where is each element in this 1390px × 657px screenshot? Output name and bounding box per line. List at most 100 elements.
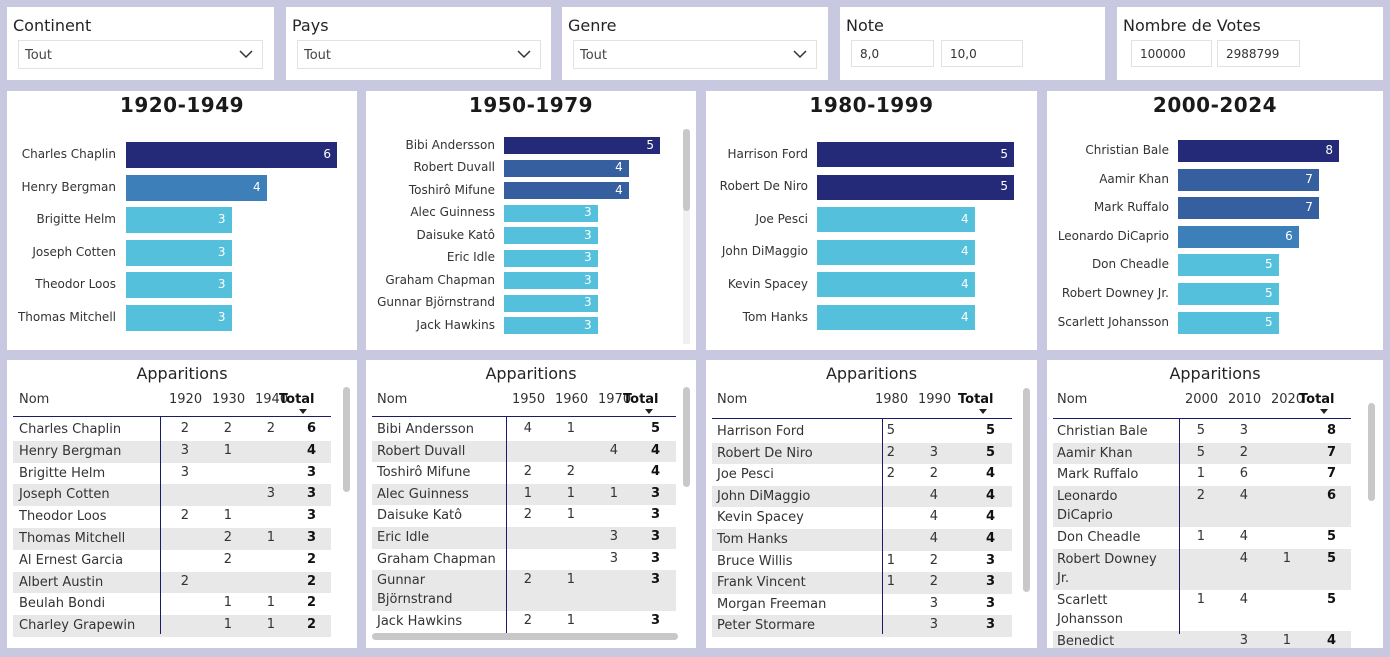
table-cell-value: 4 [1239,550,1248,566]
table-cell-value: 4 [523,421,532,436]
table-cell-value: 2 [929,552,938,568]
bar-value-label: 6 [1285,228,1293,243]
bar[interactable] [126,142,337,168]
table-cell-value: 1 [223,617,232,633]
table-cell-value: 3 [609,529,618,544]
table-cell-name: Don Cheadle [1057,530,1141,545]
table-cell-name: Peter Stormare [717,618,816,634]
table-cell-value: 2 [886,466,895,482]
column-header-year[interactable]: 1990 [918,392,951,407]
horizontal-scrollbar[interactable] [372,633,678,640]
scrollbar[interactable] [683,129,690,211]
table-cell-total: 4 [985,466,995,482]
table-cell-value: 2 [886,444,895,460]
table-cell-value: 3 [609,550,618,566]
column-header-total[interactable]: Total [958,392,994,407]
table-cell-value: 3 [929,444,938,460]
filter-title: Continent [13,16,92,35]
table-cell-name: Harrison Ford [717,424,805,439]
table-cell-name: Albert Austin [19,574,104,590]
table-cell-value: 5 [1196,444,1205,460]
table-cell-total: 3 [650,550,660,566]
table-cell-value: 4 [1239,487,1248,503]
column-header-total[interactable]: Total [1299,392,1335,407]
bar-category-label: Graham Chapman [385,272,495,287]
filter-genre: Genre Tout [562,7,828,80]
bar-value-label: 6 [323,147,331,161]
column-header-name[interactable]: Nom [1057,392,1087,407]
bar-value-label: 4 [960,276,969,291]
table-cell-value: 1 [886,552,895,568]
table-cell-name: Scarlett Johansson [1057,592,1123,627]
column-header-year[interactable]: 1920 [169,392,202,407]
table-cell-total: 3 [650,572,660,588]
table-cell-total: 5 [985,423,995,438]
column-header-year[interactable]: 1980 [875,392,908,407]
column-header-year[interactable]: 2000 [1185,392,1218,407]
scrollbar[interactable] [1023,388,1030,592]
table-cell-name: John DiMaggio [717,488,811,504]
table-cell-value: 3 [266,486,275,502]
bar-category-label: Robert Downey Jr. [1061,286,1169,300]
table-1920-1949: Apparitions Nom 1920 1930 1940 Total Charles … [7,360,357,648]
note-min-input[interactable]: 8,0 [851,40,934,67]
bar-value-label: 4 [253,179,261,194]
genre-dropdown[interactable]: Tout [573,40,817,69]
dropdown-value: Tout [304,48,332,63]
pays-dropdown[interactable]: Tout [297,40,541,69]
sort-desc-icon [979,409,987,414]
header-divider [1053,418,1351,419]
filter-votes: Nombre de Votes 100000 2988799 [1117,7,1383,80]
column-header-year[interactable]: 1930 [212,392,245,407]
table-cell-total: 3 [985,595,995,611]
column-header-total[interactable]: Total [623,392,659,407]
table-cell-value: 2 [180,508,189,524]
continent-dropdown[interactable]: Tout [18,40,263,69]
bar-chart-1920-1949: 1920-1949 Charles Chaplin 6 Henry Bergman 4… [7,91,357,350]
table-cell-value: 1 [266,617,275,633]
table-cell-total: 7 [1326,466,1336,482]
table-cell-value: 1 [1196,591,1205,607]
filter-continent: Continent Tout [7,7,274,80]
scrollbar[interactable] [343,387,350,492]
table-cell-value: 5 [1196,423,1205,438]
table-cell-name: Benedict Cumberbatch [1057,634,1115,648]
filter-pays: Pays Tout [286,7,551,80]
table-cell-total: 4 [650,442,660,458]
votes-max-input[interactable]: 2988799 [1217,40,1300,67]
column-header-name[interactable]: Nom [717,392,747,407]
table-cell-value: 4 [929,531,938,546]
table-cell-total: 7 [1326,444,1336,460]
table-cell-name: Mark Ruffalo [1057,467,1139,483]
bar-category-label: Robert De Niro [719,179,808,194]
votes-min-input[interactable]: 100000 [1131,40,1212,67]
table-cell-value: 1 [266,595,275,611]
column-header-name[interactable]: Nom [19,392,49,407]
bar-value-label: 5 [1264,286,1273,300]
note-max-input[interactable]: 10,0 [941,40,1023,67]
table-cell-name: Tom Hanks [717,532,788,547]
scrollbar[interactable] [683,387,690,487]
table-cell-total: 8 [1326,423,1336,438]
column-header-year[interactable]: 2010 [1228,392,1261,407]
column-header-year[interactable]: 1960 [555,392,588,407]
column-header-total[interactable]: Total [279,392,315,407]
table-cell-total: 4 [306,442,316,458]
scrollbar[interactable] [1368,403,1375,501]
bar-value-label: 3 [217,310,226,324]
column-header-year[interactable]: 1950 [512,392,545,407]
column-header-name[interactable]: Nom [377,392,407,407]
table-cell-total: 3 [650,529,660,544]
bar-value-label: 3 [583,205,592,219]
table-cell-value: 1 [1196,529,1205,544]
table-cell-name: Thomas Mitchell [19,531,126,546]
bar-value-label: 4 [615,182,623,197]
table-cell-total: 2 [306,573,316,589]
bar-category-label: Don Cheadle [1091,257,1169,272]
table-cell-total: 5 [985,444,995,460]
bar-value-label: 8 [1325,143,1333,157]
dropdown-value: Tout [25,48,53,63]
column-separator [506,416,507,633]
bar-value-label: 3 [217,212,226,227]
filter-title: Genre [568,16,617,35]
